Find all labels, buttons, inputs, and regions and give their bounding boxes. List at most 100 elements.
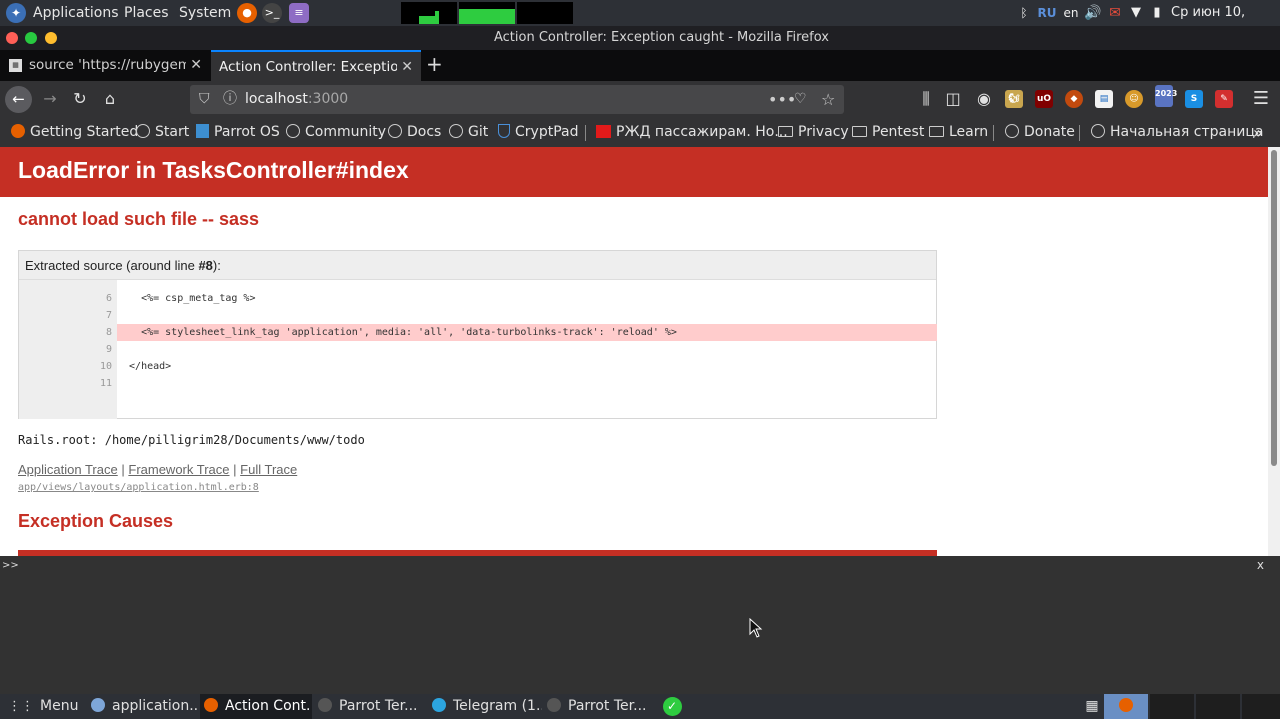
firefox-icon <box>1119 698 1133 712</box>
calendar-badge: 2023 <box>1155 89 1178 98</box>
keyboard-layout-indicator[interactable]: RU <box>1037 0 1057 26</box>
keyboard-layout-label[interactable]: en <box>1061 0 1081 26</box>
framework-trace-link[interactable]: Framework Trace <box>128 462 229 477</box>
extension-s-icon[interactable]: S <box>1185 90 1203 108</box>
taskbar-item-telegram[interactable]: Telegram (1... <box>432 694 542 719</box>
page-scrollbar[interactable] <box>1268 147 1280 556</box>
new-tab-button[interactable]: + <box>426 50 443 81</box>
taskbar-item-terminal-1[interactable]: Parrot Ter... <box>318 694 426 719</box>
console-side-strip <box>1268 556 1280 694</box>
close-tab-icon[interactable]: ✕ <box>401 52 413 83</box>
close-tab-icon[interactable]: ✕ <box>190 50 202 81</box>
bookmark-star-icon[interactable]: ☆ <box>821 85 835 114</box>
firefox-launcher-icon[interactable]: ● <box>237 3 257 23</box>
tab-action-controller[interactable]: Action Controller: Exception ✕ <box>211 50 421 81</box>
extension-cart-icon[interactable]: ▤ <box>1095 90 1113 108</box>
bookmark-rzd[interactable]: РЖД пассажирам. Но... <box>596 118 788 147</box>
bookmark-community[interactable]: Community <box>286 118 386 147</box>
mail-notify-icon[interactable]: ✉ <box>1106 0 1124 26</box>
bookmark-donate[interactable]: Donate <box>1005 118 1075 147</box>
url-bar[interactable]: ⛉ ⓘ localhost:3000 ••• ♡ ☆ <box>190 85 844 114</box>
battery-icon[interactable]: ▮ <box>1150 0 1164 26</box>
bookmark-folder-pentest[interactable]: Pentest <box>852 118 924 147</box>
bookmark-label: Learn <box>949 124 989 140</box>
workspace-3[interactable] <box>1196 694 1240 719</box>
full-trace-link[interactable]: Full Trace <box>240 462 297 477</box>
taskbar-item-label: Parrot Ter... <box>568 698 647 714</box>
taskbar-item-firefox[interactable]: Action Cont... <box>200 694 312 719</box>
taskbar-item-application[interactable]: application.... <box>88 694 198 719</box>
scrollbar-thumb[interactable] <box>1271 150 1277 466</box>
bookmarks-overflow-icon[interactable]: » <box>1253 118 1263 147</box>
pocket-icon[interactable]: ♡ <box>794 85 807 114</box>
home-button[interactable]: ⌂ <box>97 86 123 112</box>
rails-root-label: Rails.root: <box>18 433 98 447</box>
source-line <box>117 341 937 358</box>
library-icon[interactable]: ⫼ <box>913 86 939 112</box>
source-line: <%= csp_meta_tag %> <box>117 293 256 304</box>
terminal-icon <box>318 698 332 712</box>
taskbar-menu-button[interactable]: ⋮⋮ Menu <box>8 694 78 719</box>
tracking-shield-icon[interactable]: ⛉ <box>199 85 210 114</box>
bookmark-folder-privacy[interactable]: Privacy <box>778 118 849 147</box>
text-editor-launcher-icon[interactable]: ≡ <box>289 3 309 23</box>
window-titlebar: Action Controller: Exception caught - Mo… <box>0 26 1280 50</box>
bookmark-label: Pentest <box>872 124 925 140</box>
bookmark-label: Parrot OS <box>214 124 280 140</box>
taskbar-item-label: Telegram (1... <box>453 698 542 714</box>
taskbar-checkmark[interactable]: ✓ <box>661 694 683 719</box>
trace-separator: | <box>233 462 237 477</box>
back-button[interactable]: ← <box>5 86 32 113</box>
sidebar-icon[interactable]: ◫ <box>940 86 966 112</box>
system-menu[interactable]: System <box>179 0 231 26</box>
workspace-switcher-icon[interactable]: ▦ <box>1081 694 1103 719</box>
reload-button[interactable]: ↻ <box>67 86 93 112</box>
application-trace-link[interactable]: Application Trace <box>18 462 118 477</box>
applications-menu[interactable]: Applications <box>33 0 119 26</box>
site-info-icon[interactable]: ⓘ <box>223 85 237 114</box>
extension-calendar-icon[interactable]: 2023 <box>1155 85 1177 107</box>
bookmark-folder-learn[interactable]: Learn <box>929 118 988 147</box>
forward-button[interactable]: → <box>37 86 63 112</box>
telegram-icon <box>432 698 446 712</box>
bookmark-git[interactable]: Git <box>449 118 488 147</box>
bookmark-parrot-os[interactable]: Parrot OS <box>196 118 280 147</box>
volume-icon[interactable]: 🔊 <box>1084 0 1102 26</box>
web-console-panel[interactable]: >> x <box>0 556 1268 694</box>
wifi-icon[interactable]: ▼ <box>1128 0 1144 26</box>
clock[interactable]: Ср июн 10, 21:18 <box>1171 0 1277 46</box>
exception-causes-heading: Exception Causes <box>18 511 174 531</box>
console-prompt[interactable]: >> <box>2 560 19 571</box>
bookmark-docs[interactable]: Docs <box>388 118 441 147</box>
extension-red-icon[interactable]: ✎ <box>1215 90 1233 108</box>
globe-icon <box>1091 124 1105 138</box>
hamburger-menu-icon[interactable]: ☰ <box>1248 86 1274 112</box>
page-actions-icon[interactable]: ••• <box>768 85 796 114</box>
taskbar-item-label: Action Cont... <box>225 698 312 714</box>
url-text[interactable]: localhost:3000 <box>245 85 348 114</box>
line-number: 11 <box>99 378 112 389</box>
bookmark-label: Начальная страница <box>1110 124 1264 140</box>
extension-face-icon[interactable]: ☺ <box>1125 90 1143 108</box>
places-menu[interactable]: Places <box>124 0 169 26</box>
bookmark-label: Docs <box>407 124 442 140</box>
bookmark-start-page[interactable]: Начальная страница <box>1091 118 1263 147</box>
bookmark-start[interactable]: Start <box>136 118 189 147</box>
extension-squirrel-icon[interactable]: 🐿 <box>1005 90 1023 108</box>
parrot-menu-icon[interactable]: ✦ <box>6 3 26 23</box>
tab-rubygems[interactable]: ▦ source 'https://rubygems ✕ <box>0 50 210 81</box>
taskbar-item-terminal-2[interactable]: Parrot Ter... <box>547 694 655 719</box>
account-icon[interactable]: ◉ <box>971 86 997 112</box>
bookmark-getting-started[interactable]: Getting Started <box>11 118 138 147</box>
ublock-origin-icon[interactable]: uO <box>1035 90 1053 108</box>
trace-file-link[interactable]: app/views/layouts/application.html.erb:8 <box>18 482 259 493</box>
workspace-2[interactable] <box>1150 694 1194 719</box>
workspace-4[interactable] <box>1242 694 1280 719</box>
extension-orange-icon[interactable]: ◆ <box>1065 90 1083 108</box>
terminal-launcher-icon[interactable]: >_ <box>262 3 282 23</box>
console-close-button[interactable]: x <box>1257 558 1264 572</box>
bluetooth-icon[interactable]: ᛒ <box>1017 0 1031 26</box>
workspace-1[interactable] <box>1104 694 1148 719</box>
bookmark-cryptpad[interactable]: CryptPad <box>498 118 578 147</box>
folder-icon <box>778 126 793 137</box>
